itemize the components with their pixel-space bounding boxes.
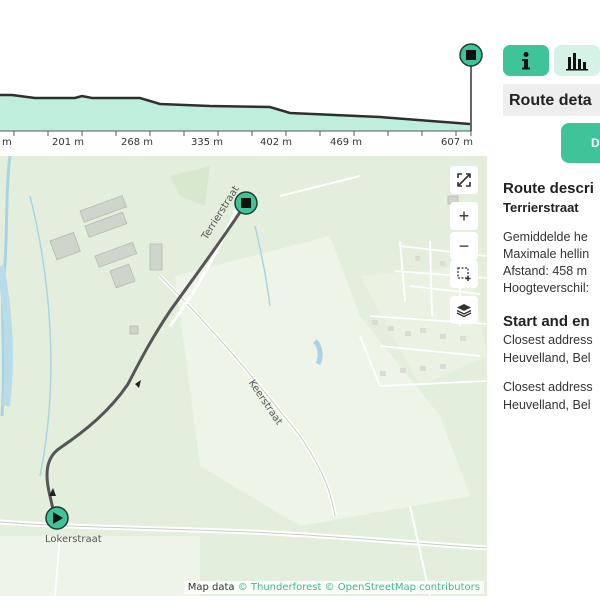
route-details-panel: Route deta D Route descri Terrierstraat … <box>487 0 600 600</box>
track <box>279 175 361 197</box>
start-play-icon <box>45 506 69 530</box>
info-tab[interactable] <box>503 45 549 76</box>
route-map[interactable]: Terrierstraat Keerstraat Lokerstraat + − <box>0 156 487 596</box>
elevation-chart <box>0 43 483 136</box>
tick-label: 402 m <box>260 137 293 148</box>
zoom-in-button[interactable]: + <box>450 202 478 230</box>
box-zoom-button[interactable] <box>450 260 478 288</box>
tick-label: 268 m <box>121 137 154 148</box>
tick-label: 201 m <box>52 137 85 148</box>
woodland <box>170 166 210 206</box>
bar-chart-icon <box>566 52 588 70</box>
fullscreen-button[interactable] <box>450 166 478 194</box>
panel-title: Route deta <box>503 84 600 116</box>
stat-distance: Afstand: 458 m <box>503 264 588 278</box>
elevation-area <box>0 95 470 131</box>
end-address-label: Closest address <box>503 380 593 394</box>
elevation-profile[interactable]: m 201 m 268 m 335 m 402 m 469 m 607 m <box>0 0 487 150</box>
start-end-heading: Start and en <box>503 313 590 330</box>
attribution-prefix: Map data <box>187 582 238 593</box>
stat-elevation-diff: Hoogteverschil: <box>503 281 590 295</box>
thunderforest-link[interactable]: © Thunderforest <box>238 582 322 593</box>
tick-label: 607 m <box>441 137 474 148</box>
info-icon <box>522 51 530 69</box>
x-axis-ticks <box>13 131 472 136</box>
stat-average-grade: Gemiddelde he <box>503 230 588 244</box>
end-address-place: Heuvelland, Bel <box>503 398 591 412</box>
street-label-lokerstraat: Lokerstraat <box>45 534 102 545</box>
route-street-name: Terrierstraat <box>503 200 579 215</box>
layers-button[interactable] <box>450 296 478 324</box>
route-app: m 201 m 268 m 335 m 402 m 469 m 607 m Te… <box>0 0 600 600</box>
route-description-heading: Route descri <box>503 180 594 197</box>
tick-label: 469 m <box>330 137 363 148</box>
tick-label: m <box>2 137 12 148</box>
zoom-out-button[interactable]: − <box>450 232 478 260</box>
start-address-place: Heuvelland, Bel <box>503 351 591 365</box>
field <box>0 536 200 596</box>
start-address-label: Closest address <box>503 333 593 347</box>
download-button[interactable]: D <box>561 123 600 163</box>
map-canvas <box>0 156 487 596</box>
stat-max-grade: Maximale hellin <box>503 247 590 261</box>
map-attribution: Map data © Thunderforest © OpenStreetMap… <box>183 581 484 594</box>
end-flag-icon <box>459 43 483 67</box>
box-select-icon <box>457 267 471 281</box>
tick-label: 335 m <box>191 137 224 148</box>
layers-icon <box>456 304 472 318</box>
openstreetmap-link[interactable]: © OpenStreetMap contributors <box>325 582 480 593</box>
chart-tab[interactable] <box>554 45 600 76</box>
expand-icon <box>457 173 471 187</box>
stream <box>29 195 52 477</box>
route-direction-arrow <box>135 380 141 388</box>
